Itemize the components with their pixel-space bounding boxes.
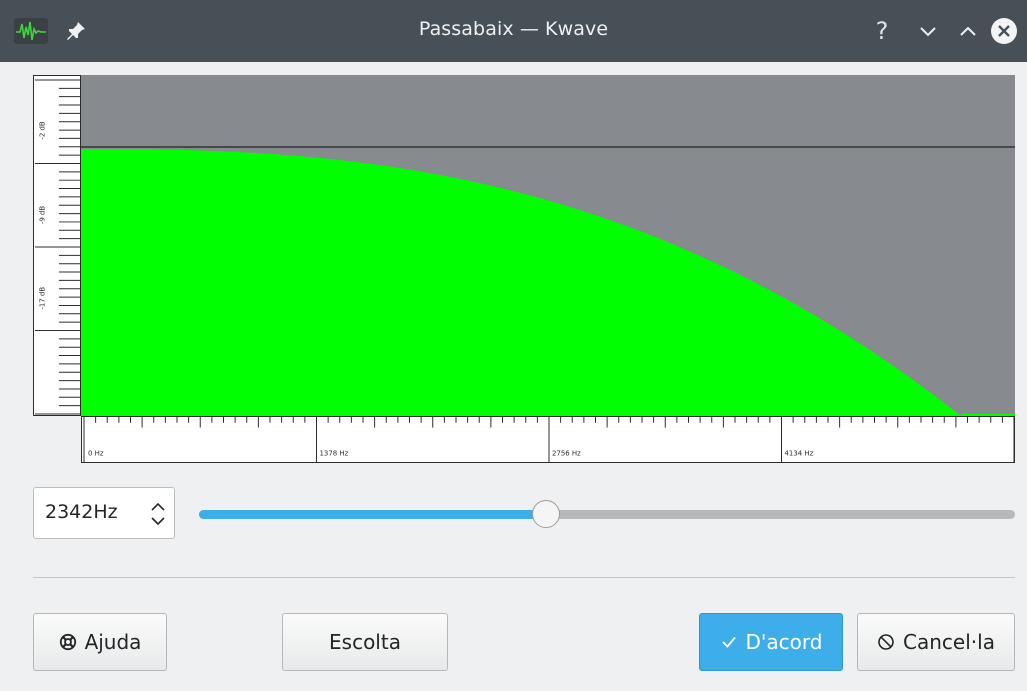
y-label-1: -2 dB [39,121,47,140]
lifebuoy-icon [59,633,76,651]
cancel-icon [878,634,894,650]
title-bar: Passabaix — Kwave ? [0,0,1027,62]
help-button-label: Ajuda [84,630,142,654]
db-ruler: -2 dB -9 dB -17 dB [33,75,81,416]
listen-button-label: Escolta [329,630,401,654]
slider-handle[interactable] [531,500,560,528]
cancel-button[interactable]: Cancel·la [857,613,1015,671]
frequency-slider[interactable] [199,500,1015,530]
help-button[interactable]: Ajuda [33,613,167,671]
y-label-3: -17 dB [39,287,47,310]
ok-button[interactable]: D'acord [699,613,843,671]
x-label-4: 4134 Hz [784,449,813,457]
close-icon[interactable] [990,17,1018,45]
ok-button-label: D'acord [745,630,823,654]
x-label-2: 1378 Hz [319,449,348,457]
checkmark-icon [721,636,736,648]
x-label-3: 2756 Hz [552,449,581,457]
help-icon[interactable]: ? [868,17,896,45]
y-label-2: -9 dB [39,205,47,224]
response-plot [81,75,1015,416]
minimize-icon[interactable] [914,17,942,45]
frequency-response-graph: -2 dB -9 dB -17 dB 0 Hz 1378 Hz 2756 Hz … [33,75,1015,463]
listen-button[interactable]: Escolta [282,613,448,671]
separator [33,577,1015,578]
spin-arrows-icon[interactable] [148,499,168,529]
frequency-spinbox[interactable]: 2342Hz [33,487,175,539]
frequency-value[interactable]: 2342Hz [45,501,118,523]
cancel-button-label: Cancel·la [903,630,995,654]
maximize-icon[interactable] [954,17,982,45]
frequency-ruler: 0 Hz 1378 Hz 2756 Hz 4134 Hz [81,416,1015,463]
slider-fill [199,510,546,519]
x-label-1: 0 Hz [88,449,104,457]
